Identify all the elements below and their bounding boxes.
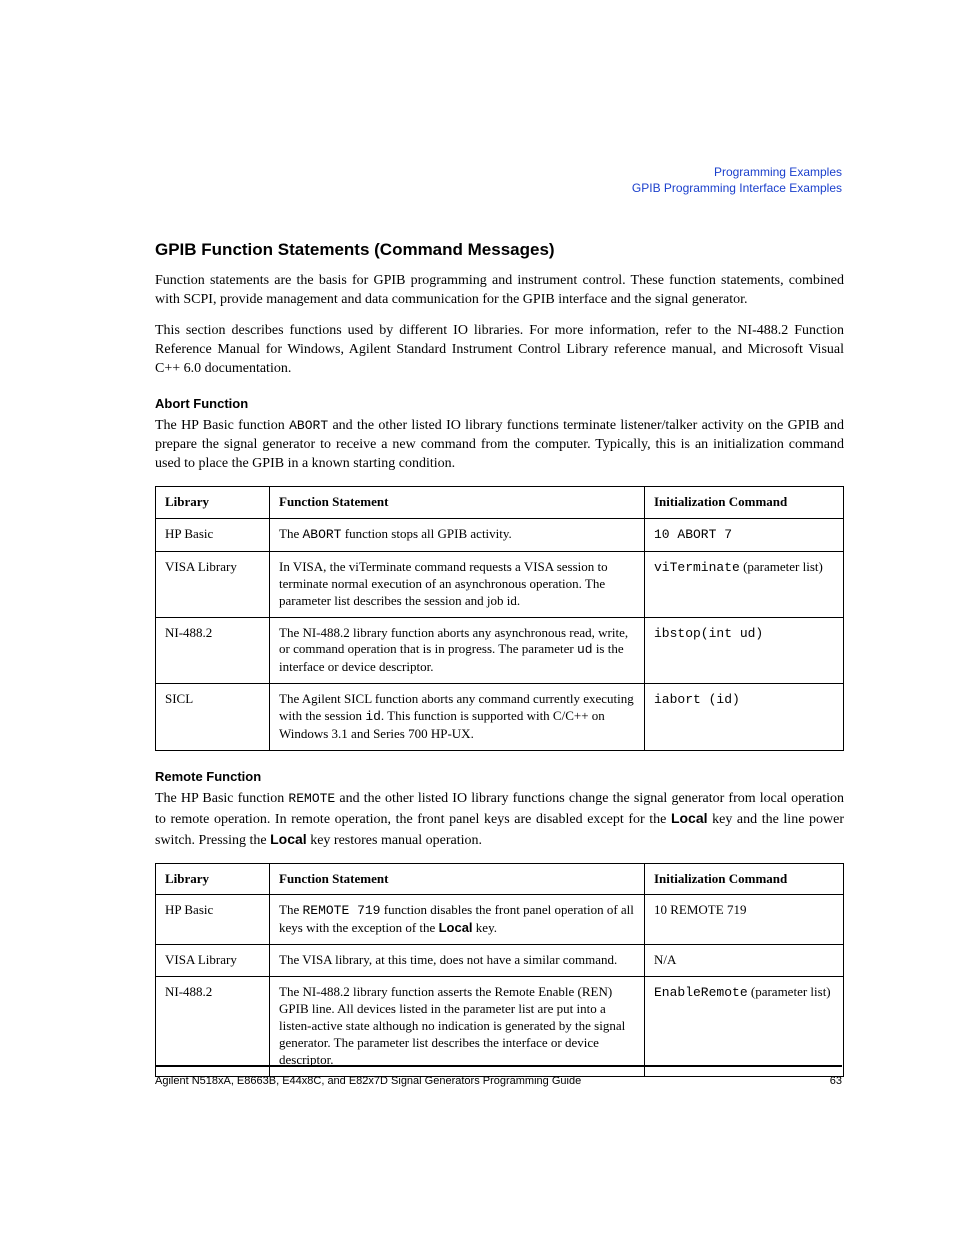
cell-init: viTerminate (parameter list)	[645, 551, 844, 617]
table-row: NI-488.2 The NI-488.2 library function a…	[156, 617, 844, 684]
table-row: HP Basic The ABORT function stops all GP…	[156, 519, 844, 552]
abort-intro-code: ABORT	[289, 418, 328, 433]
table-row: HP Basic The REMOTE 719 function disable…	[156, 895, 844, 945]
col-function-statement: Function Statement	[270, 863, 645, 895]
abort-intro-pre: The HP Basic function	[155, 418, 289, 433]
cell-statement: The REMOTE 719 function disables the fro…	[270, 895, 645, 945]
cell-library: HP Basic	[156, 519, 270, 552]
remote-table: Library Function Statement Initializatio…	[155, 863, 844, 1077]
page-footer: Agilent N518xA, E8663B, E44x8C, and E82x…	[155, 1065, 842, 1087]
header-line-2: GPIB Programming Interface Examples	[632, 181, 842, 197]
header-line-1: Programming Examples	[632, 165, 842, 181]
intro-paragraph-2: This section describes functions used by…	[155, 322, 844, 379]
abort-table: Library Function Statement Initializatio…	[155, 486, 844, 751]
cell-statement: The VISA library, at this time, does not…	[270, 945, 645, 977]
page: Programming Examples GPIB Programming In…	[0, 0, 954, 1235]
table-header-row: Library Function Statement Initializatio…	[156, 487, 844, 519]
cell-init: iabort (id)	[645, 684, 844, 751]
abort-heading: Abort Function	[155, 396, 844, 411]
cell-statement: The ABORT function stops all GPIB activi…	[270, 519, 645, 552]
col-init-command: Initialization Command	[645, 487, 844, 519]
cell-statement: The NI-488.2 library function asserts th…	[270, 977, 645, 1076]
remote-intro: The HP Basic function REMOTE and the oth…	[155, 790, 844, 851]
cell-init: EnableRemote (parameter list)	[645, 977, 844, 1076]
section-title: GPIB Function Statements (Command Messag…	[155, 240, 844, 260]
cell-init: N/A	[645, 945, 844, 977]
cell-statement: The Agilent SICL function aborts any com…	[270, 684, 645, 751]
cell-init: 10 ABORT 7	[645, 519, 844, 552]
cell-library: NI-488.2	[156, 617, 270, 684]
cell-library: HP Basic	[156, 895, 270, 945]
page-number: 63	[830, 1075, 842, 1087]
cell-library: NI-488.2	[156, 977, 270, 1076]
cell-library: VISA Library	[156, 551, 270, 617]
remote-heading: Remote Function	[155, 769, 844, 784]
cell-statement: In VISA, the viTerminate command request…	[270, 551, 645, 617]
cell-library: SICL	[156, 684, 270, 751]
cell-init: ibstop(int ud)	[645, 617, 844, 684]
cell-library: VISA Library	[156, 945, 270, 977]
running-header: Programming Examples GPIB Programming In…	[632, 165, 842, 196]
col-library: Library	[156, 863, 270, 895]
footer-title: Agilent N518xA, E8663B, E44x8C, and E82x…	[155, 1075, 581, 1087]
cell-init: 10 REMOTE 719	[645, 895, 844, 945]
col-init-command: Initialization Command	[645, 863, 844, 895]
table-row: SICL The Agilent SICL function aborts an…	[156, 684, 844, 751]
table-header-row: Library Function Statement Initializatio…	[156, 863, 844, 895]
table-row: NI-488.2 The NI-488.2 library function a…	[156, 977, 844, 1076]
table-row: VISA Library The VISA library, at this t…	[156, 945, 844, 977]
abort-intro: The HP Basic function ABORT and the othe…	[155, 417, 844, 474]
col-function-statement: Function Statement	[270, 487, 645, 519]
intro-paragraph-1: Function statements are the basis for GP…	[155, 272, 844, 310]
col-library: Library	[156, 487, 270, 519]
table-row: VISA Library In VISA, the viTerminate co…	[156, 551, 844, 617]
cell-statement: The NI-488.2 library function aborts any…	[270, 617, 645, 684]
